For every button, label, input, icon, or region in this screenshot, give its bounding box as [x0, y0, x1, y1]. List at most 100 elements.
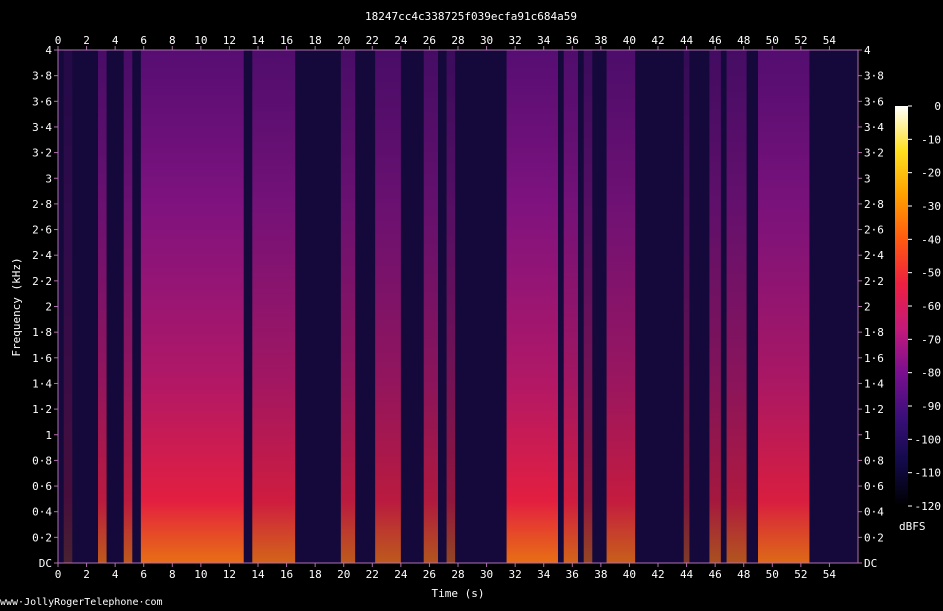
x-tick-label: 16: [280, 568, 293, 581]
colorbar: 0 -10 -20 -30 -40 -50 -60 -70 -80 -90 -100 -110 -120…: [895, 100, 941, 533]
colorbar-tick-label: -60: [921, 300, 941, 313]
y-tick-label: 2·8: [32, 198, 52, 211]
colorbar-tick-label: -70: [921, 333, 941, 346]
x-tick-label: 26: [423, 568, 436, 581]
x-tick-label: 36: [566, 34, 579, 47]
x-tick-label: 26: [423, 34, 436, 47]
energy-band: [583, 50, 593, 563]
y-tick-label: 0·2: [864, 531, 884, 544]
colorbar-tick-label: -30: [921, 200, 941, 213]
x-tick-label: 52: [794, 568, 807, 581]
y-tick-label: 2: [864, 301, 871, 314]
y-tick-label: 2·2: [864, 275, 884, 288]
x-tick-label: 6: [140, 568, 147, 581]
y-tick-label: 0·8: [864, 454, 884, 467]
x-tick-label: 30: [480, 34, 493, 47]
x-tick-label: 54: [823, 568, 837, 581]
y-tick-label: DC: [864, 557, 877, 570]
energy-band: [606, 50, 636, 563]
y-tick-label: 0·4: [32, 506, 52, 519]
energy-band: [375, 50, 401, 563]
y-tick-label: 2·8: [864, 198, 884, 211]
colorbar-tick-label: -50: [921, 267, 941, 280]
y-tick-label: 1·4: [864, 377, 884, 390]
energy-band: [252, 50, 296, 563]
x-tick-label: 46: [709, 568, 722, 581]
x-tick-label: 34: [537, 568, 551, 581]
y-tick-label: 0·2: [32, 531, 52, 544]
y-tick-label: 3: [864, 172, 871, 185]
x-tick-label: 42: [651, 568, 664, 581]
x-axis-top: 0 2 4 6 8 10 12 14 16 18 20 22 24 26 28 30 32 34 36 38 40 42 4…: [55, 34, 837, 50]
x-tick-label: 42: [651, 34, 664, 47]
plot-area: [58, 50, 858, 563]
y-tick-label: 1·8: [32, 326, 52, 339]
energy-band: [98, 50, 107, 563]
colorbar-tick-label: -80: [921, 367, 941, 380]
energy-band: [140, 50, 244, 563]
spectrogram-chart: 18247cc4c338725f039ecfa91c684a59 0 2 4 6 8 10…: [10, 10, 941, 600]
y-tick-label: 3·6: [32, 95, 52, 108]
x-tick-label: 32: [509, 34, 522, 47]
x-tick-label: 48: [737, 34, 750, 47]
x-tick-label: 4: [112, 34, 119, 47]
energy-band: [340, 50, 356, 563]
x-tick-label: 32: [509, 568, 522, 581]
x-tick-label: 54: [823, 34, 837, 47]
x-tick-label: 44: [680, 568, 694, 581]
x-tick-label: 44: [680, 34, 694, 47]
y-tick-label: 2·2: [32, 275, 52, 288]
x-tick-label: 12: [223, 568, 236, 581]
y-axis-label: Frequency (kHz): [10, 257, 23, 356]
x-tick-label: 14: [251, 34, 265, 47]
y-tick-label: 4: [864, 44, 871, 57]
watermark: www·JollyRogerTelephone·com: [0, 597, 163, 608]
colorbar-tick-label: -110: [915, 467, 942, 480]
y-tick-label: DC: [39, 557, 52, 570]
y-tick-label: 3·4: [864, 121, 884, 134]
x-tick-label: 20: [337, 568, 350, 581]
x-tick-label: 10: [194, 568, 207, 581]
colorbar-tick-label: -10: [921, 133, 941, 146]
y-tick-label: 3·8: [32, 70, 52, 83]
y-tick-label: 1: [864, 429, 871, 442]
y-tick-label: 0·8: [32, 454, 52, 467]
y-tick-label: 2·4: [864, 249, 884, 262]
y-tick-label: 2: [45, 301, 52, 314]
colorbar-label: dBFS: [899, 520, 926, 533]
x-tick-label: 38: [594, 34, 607, 47]
colorbar-tick-label: -40: [921, 233, 941, 246]
x-axis-label: Time (s): [432, 587, 485, 600]
y-tick-label: 3·8: [864, 70, 884, 83]
colorbar-tick-label: 0: [934, 100, 941, 113]
x-tick-label: 46: [709, 34, 722, 47]
energy-band: [726, 50, 747, 563]
y-tick-label: 2·6: [32, 224, 52, 237]
x-tick-label: 28: [451, 568, 464, 581]
x-tick-label: 0: [55, 34, 62, 47]
x-tick-label: 52: [794, 34, 807, 47]
y-tick-label: 1·4: [32, 377, 52, 390]
x-tick-label: 0: [55, 568, 62, 581]
x-tick-label: 10: [194, 34, 207, 47]
energy-band: [123, 50, 133, 563]
energy-band: [563, 50, 578, 563]
x-tick-label: 24: [394, 34, 408, 47]
x-tick-label: 28: [451, 34, 464, 47]
energy-band: [758, 50, 810, 563]
x-tick-label: 2: [83, 34, 90, 47]
energy-band: [683, 50, 690, 563]
y-tick-label: 1·2: [32, 403, 52, 416]
x-tick-label: 48: [737, 568, 750, 581]
x-tick-label: 20: [337, 34, 350, 47]
x-tick-label: 4: [112, 568, 119, 581]
y-tick-label: 1: [45, 429, 52, 442]
energy-band: [63, 50, 73, 563]
x-tick-label: 18: [309, 34, 322, 47]
colorbar-tick-label: -20: [921, 167, 941, 180]
x-tick-label: 50: [766, 34, 779, 47]
chart-title: 18247cc4c338725f039ecfa91c684a59: [365, 10, 577, 23]
x-tick-label: 38: [594, 568, 607, 581]
y-tick-label: 2·6: [864, 224, 884, 237]
x-tick-label: 12: [223, 34, 236, 47]
